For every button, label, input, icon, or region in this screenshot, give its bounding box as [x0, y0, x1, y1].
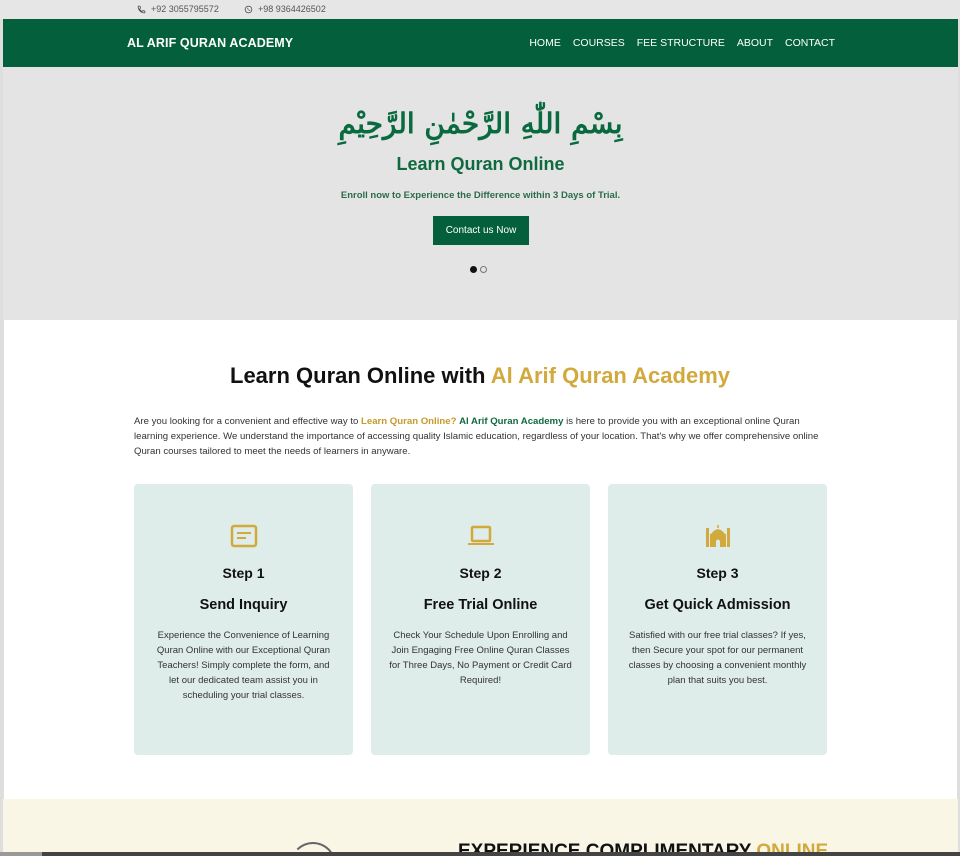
whatsapp-contact[interactable]: +98 9364426502 [244, 4, 326, 14]
slider-dot-2[interactable] [480, 266, 487, 273]
card-description: Check Your Schedule Upon Enrolling and J… [389, 630, 572, 686]
step-label: Step 2 [459, 565, 502, 581]
whatsapp-number: +98 9364426502 [258, 4, 326, 14]
top-contact-bar: +92 3055795572 +98 9364426502 [0, 0, 960, 19]
card-title: Send Inquiry [199, 597, 288, 613]
academy-link[interactable]: Al Arif Quran Academy [459, 416, 563, 427]
whatsapp-icon [244, 5, 253, 13]
section-title: Learn Quran Online with Al Arif Quran Ac… [0, 363, 960, 389]
step-card-3: Step 3 Get Quick Admission Satisfied wit… [608, 484, 827, 755]
mosque-icon [705, 525, 730, 547]
nav-about[interactable]: ABOUT [737, 37, 773, 49]
hero-title: Learn Quran Online [396, 154, 565, 174]
hero-slider: بِسْمِ اللّٰهِ الرَّحْمٰنِ الرَّحِيْمِ L… [3, 67, 958, 320]
section-title-accent: Al Arif Quran Academy [490, 363, 730, 388]
learn-quran-link[interactable]: Learn Quran Online? [361, 416, 456, 427]
nav-links: HOME COURSES FEE STRUCTURE ABOUT CONTACT [529, 37, 835, 49]
main-navbar: AL ARIF QURAN ACADEMY HOME COURSES FEE S… [3, 19, 958, 67]
phone-contact[interactable]: +92 3055795572 [137, 4, 219, 14]
step-card-2: Step 2 Free Trial Online Check Your Sche… [371, 484, 590, 755]
intro-text-1: Are you looking for a convenient and eff… [134, 416, 362, 427]
laptop-icon [467, 525, 494, 545]
nav-home[interactable]: HOME [529, 37, 561, 49]
nav-fee-structure[interactable]: FEE STRUCTURE [637, 37, 725, 49]
hero-subtitle: Enroll now to Experience the Difference … [340, 190, 621, 201]
nav-contact[interactable]: CONTACT [785, 37, 835, 49]
slider-dots [470, 266, 487, 273]
section-title-main: Learn Quran Online with [230, 363, 491, 388]
card-description: Experience the Convenience of Learning Q… [156, 630, 331, 701]
bismillah-calligraphy: بِسْمِ اللّٰهِ الرَّحْمٰنِ الرَّحِيْمِ [338, 107, 623, 140]
step-label: Step 3 [696, 565, 739, 581]
phone-number: +92 3055795572 [151, 4, 219, 14]
slider-dot-1[interactable] [470, 266, 477, 273]
step-label: Step 1 [222, 565, 265, 581]
step-card-1: Step 1 Send Inquiry Experience the Conve… [134, 484, 353, 755]
form-icon [230, 524, 257, 548]
intro-paragraph: Are you looking for a convenient and eff… [134, 414, 834, 459]
contact-us-button[interactable]: Contact us Now [433, 216, 529, 245]
card-title: Free Trial Online [423, 597, 538, 613]
horizontal-scrollbar[interactable] [0, 852, 960, 856]
card-title: Get Quick Admission [644, 597, 791, 613]
card-description: Satisfied with our free trial classes? I… [628, 630, 807, 686]
scrollbar-thumb[interactable] [0, 852, 42, 856]
phone-icon [137, 5, 146, 13]
nav-courses[interactable]: COURSES [573, 37, 625, 49]
site-brand[interactable]: AL ARIF QURAN ACADEMY [127, 36, 293, 50]
